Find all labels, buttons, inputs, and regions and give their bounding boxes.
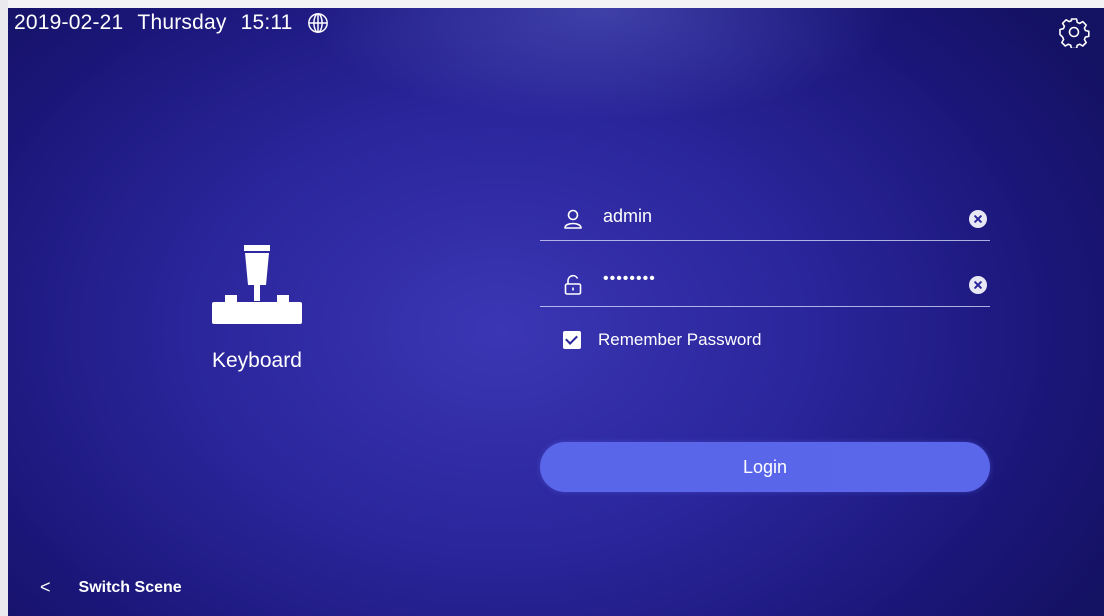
status-time: 15:11 (240, 11, 293, 34)
gear-icon[interactable] (1058, 16, 1090, 48)
chevron-left-icon: < (40, 577, 51, 597)
screen-bezel-top (0, 0, 1104, 8)
clear-password-icon[interactable] (969, 276, 987, 294)
username-value[interactable]: admin (603, 206, 652, 227)
joystick-keyboard-icon[interactable] (212, 245, 302, 329)
screen-bezel-left (0, 0, 8, 616)
status-weekday: Thursday (137, 11, 227, 34)
login-button[interactable]: Login (540, 442, 990, 492)
remember-password-checkbox[interactable] (563, 331, 581, 349)
lock-icon (564, 274, 582, 295)
password-value[interactable]: •••••••• (603, 270, 656, 288)
clear-username-icon[interactable] (969, 210, 987, 228)
status-date: 2019-02-21 (14, 11, 124, 34)
scene-label: Keyboard (212, 349, 302, 372)
password-field[interactable]: •••••••• (540, 268, 990, 307)
remember-password-option[interactable]: Remember Password (563, 330, 761, 350)
switch-scene-button[interactable]: < Switch Scene (40, 577, 182, 598)
globe-icon[interactable] (307, 12, 329, 34)
status-bar: 2019-02-21 Thursday 15:11 (14, 8, 329, 38)
username-field[interactable]: admin (540, 202, 990, 241)
user-icon (564, 209, 582, 229)
login-button-label: Login (742, 456, 788, 477)
switch-scene-label: Switch Scene (78, 578, 182, 596)
remember-password-label: Remember Password (598, 330, 762, 349)
